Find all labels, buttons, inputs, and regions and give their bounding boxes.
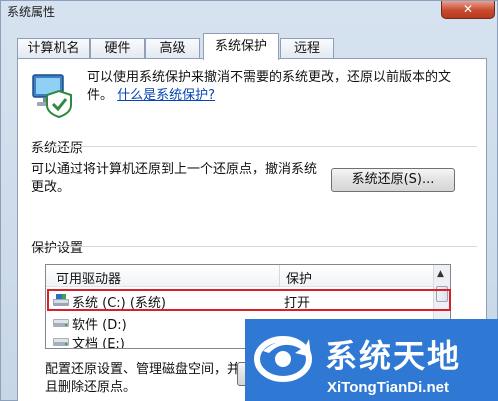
drive-icon [53, 319, 69, 327]
intro-description: 可以使用系统保护来撤消不需要的系统更改，还原以前版本的文件。 什么是系统保护? [87, 69, 467, 105]
protection-group-divider [31, 246, 477, 247]
restore-group-divider [31, 146, 477, 147]
tab-remote[interactable]: 远程 [280, 38, 334, 59]
system-restore-button[interactable]: 系统还原(S)... [331, 168, 455, 192]
tab-computer-name[interactable]: 计算机名 [17, 38, 90, 59]
restore-description: 可以通过将计算机还原到上一个还原点，撤消系统更改。 [31, 162, 318, 195]
config-description: 配置还原设置、管理磁盘空间，并且删除还原点。 [45, 362, 241, 395]
drive-icon [53, 338, 69, 346]
drive-protection-status: 打开 [284, 296, 311, 311]
drive-list-header: 可用驱动器 保护 [46, 265, 435, 287]
system-drive-icon [53, 294, 69, 306]
drive-name: 系统 (C:) (系统) [72, 296, 167, 311]
column-header-protection[interactable]: 保护 [286, 268, 312, 287]
watermark-url: XiTongTianDi.net [327, 379, 449, 396]
drive-row-c[interactable]: 系统 (C:) (系统) 打开 [46, 290, 435, 311]
drive-name: 文档 (E:) [72, 337, 125, 349]
title-bar: 系统属性 ✕ [1, 1, 498, 21]
scroll-up-arrow-icon[interactable]: ▲ [437, 269, 444, 279]
system-properties-window: 系统属性 ✕ 计算机名 硬件 高级 系统保护 远程 可以使用系统保护来撤消不需要… [0, 0, 498, 401]
tab-hardware[interactable]: 硬件 [90, 38, 145, 59]
column-header-drives[interactable]: 可用驱动器 [56, 268, 121, 287]
close-button[interactable]: ✕ [441, 1, 495, 19]
swirl-logo-icon [254, 336, 312, 382]
tab-strip: 计算机名 硬件 高级 系统保护 远程 [17, 33, 487, 60]
watermark-logo: 系统天地 XiTongTianDi.net [245, 319, 498, 401]
what-is-system-protection-link[interactable]: 什么是系统保护? [117, 88, 215, 103]
computer-shield-icon [32, 74, 72, 119]
tab-advanced[interactable]: 高级 [145, 38, 200, 59]
tab-system-protection[interactable]: 系统保护 [203, 33, 279, 60]
column-separator[interactable] [279, 265, 280, 287]
scroll-thumb[interactable] [436, 286, 448, 302]
watermark-title: 系统天地 [325, 337, 462, 375]
window-title: 系统属性 [7, 5, 56, 19]
